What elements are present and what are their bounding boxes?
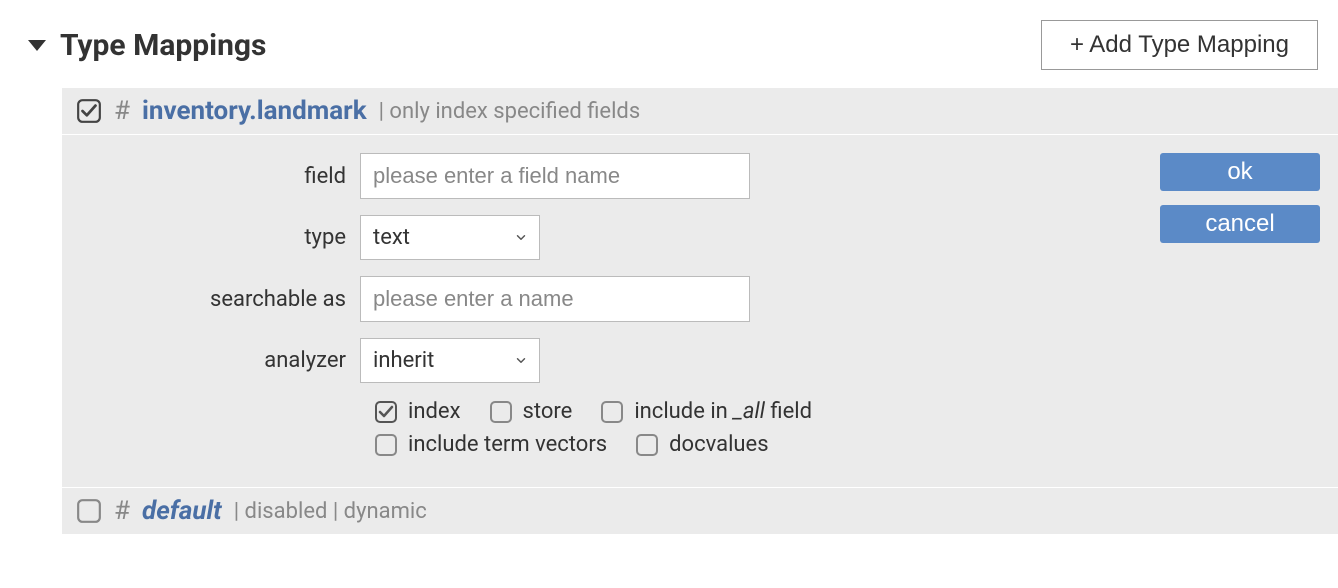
checkbox-label: docvalues <box>669 432 768 457</box>
section-title: Type Mappings <box>60 28 266 63</box>
checkbox-checked-icon <box>374 400 398 424</box>
checkbox-empty-icon <box>374 433 398 457</box>
caret-down-icon <box>28 40 46 51</box>
checkbox-label: include in _all field <box>634 399 812 424</box>
field-name-input[interactable] <box>360 153 750 199</box>
docvalues-checkbox[interactable]: docvalues <box>635 432 768 457</box>
checkbox-label: index <box>408 399 461 424</box>
checkbox-empty-icon[interactable] <box>76 498 102 524</box>
checkbox-checked-icon[interactable] <box>76 98 102 124</box>
hash-icon: # <box>114 496 130 526</box>
cancel-button[interactable]: cancel <box>1160 205 1320 243</box>
mapping-meta: | only index specified fields <box>379 99 641 124</box>
store-checkbox[interactable]: store <box>489 399 573 424</box>
ok-button[interactable]: ok <box>1160 153 1320 191</box>
mapping-meta: | disabled | dynamic <box>234 499 427 524</box>
checkbox-empty-icon <box>635 433 659 457</box>
field-label: field <box>80 164 360 189</box>
index-checkbox[interactable]: index <box>374 399 461 424</box>
mapping-row-default[interactable]: # default | disabled | dynamic <box>62 487 1338 534</box>
checkbox-label: include term vectors <box>408 432 607 457</box>
include-term-vectors-checkbox[interactable]: include term vectors <box>374 432 607 457</box>
type-label: type <box>80 225 360 250</box>
add-type-mapping-button[interactable]: + Add Type Mapping <box>1041 20 1318 70</box>
mapping-name[interactable]: inventory.landmark <box>142 96 367 126</box>
analyzer-select[interactable]: inherit <box>360 338 540 383</box>
mapping-name[interactable]: default <box>142 496 222 526</box>
searchable-as-label: searchable as <box>80 287 360 312</box>
checkbox-empty-icon <box>489 400 513 424</box>
checkbox-label: store <box>523 399 573 424</box>
include-in-all-checkbox[interactable]: include in _all field <box>600 399 812 424</box>
section-header[interactable]: Type Mappings <box>28 28 266 63</box>
hash-icon: # <box>114 96 130 126</box>
field-form-panel: field type text searchable as analyzer <box>62 134 1338 487</box>
searchable-as-input[interactable] <box>360 276 750 322</box>
checkbox-empty-icon <box>600 400 624 424</box>
mapping-row-inventory[interactable]: # inventory.landmark | only index specif… <box>62 88 1338 134</box>
type-select[interactable]: text <box>360 215 540 260</box>
analyzer-label: analyzer <box>80 348 360 373</box>
